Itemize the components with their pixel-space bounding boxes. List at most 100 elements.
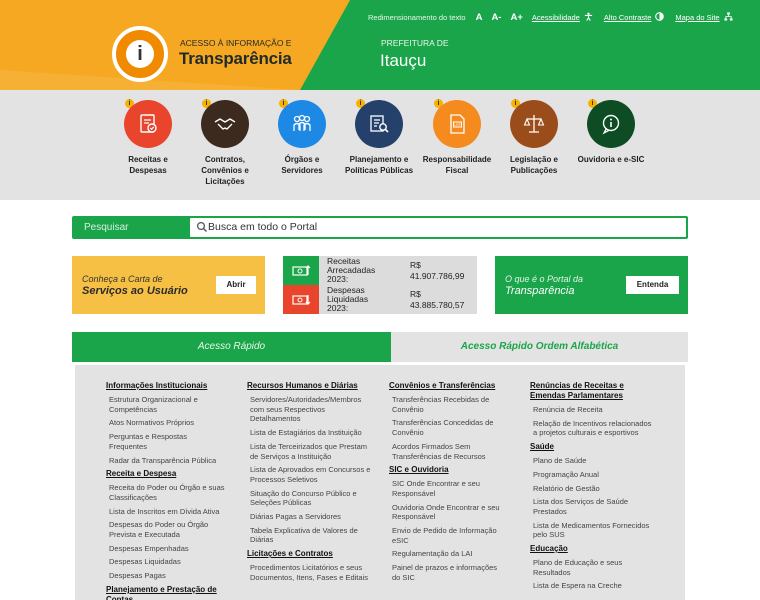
- list-item[interactable]: Lista dos Serviços de Saúde Prestados: [530, 497, 652, 516]
- search-label: Pesquisar: [84, 222, 129, 233]
- svg-text:LRF: LRF: [454, 123, 462, 127]
- list-item[interactable]: Programação Anual: [530, 470, 652, 480]
- document-search-icon: [355, 100, 403, 148]
- tab-acesso-rapido[interactable]: Acesso Rápido: [72, 332, 391, 362]
- money-down-icon: [283, 285, 319, 314]
- section-title[interactable]: Educação: [530, 544, 652, 554]
- entenda-button[interactable]: Entenda: [626, 276, 679, 294]
- category-label: Receitas e Despesas: [128, 155, 168, 175]
- brand-subtitle: ACESSO À INFORMAÇÃO E: [180, 38, 292, 48]
- links-column-4: Renúncias de Receitas e Emendas Parlamen…: [530, 378, 652, 595]
- list-item[interactable]: Transferências Concedidas de Convênio: [389, 418, 507, 437]
- section-title[interactable]: Receita e Despesa: [106, 469, 226, 479]
- list-item[interactable]: Envio de Pedido de Informação eSIC: [389, 526, 507, 545]
- list-item[interactable]: Transferências Recebidas de Convênio: [389, 395, 507, 414]
- font-decrease-button[interactable]: A-: [491, 12, 501, 23]
- law-document-icon: LRF: [433, 100, 481, 148]
- list-item[interactable]: Despesas Liquidadas: [106, 557, 226, 567]
- money-up-icon: [283, 256, 319, 285]
- section-title[interactable]: Informações Institucionais: [106, 381, 226, 391]
- list-item[interactable]: Tabela Explicativa de Valores de Diárias: [247, 526, 372, 545]
- list-item[interactable]: Perguntas e Respostas Frequentes: [106, 432, 226, 451]
- list-item[interactable]: Acordos Firmados Sem Transferências de R…: [389, 442, 507, 461]
- list-item[interactable]: Relatório de Gestão: [530, 484, 652, 494]
- carta-title: Serviços ao Usuário: [82, 285, 188, 297]
- list-item[interactable]: Estrutura Organizacional e Competências: [106, 395, 226, 414]
- list-item[interactable]: Painel de prazos e informações do SIC: [389, 563, 507, 582]
- handshake-icon: [201, 100, 249, 148]
- logo-info-icon: i: [126, 40, 154, 68]
- list-item[interactable]: Lista de Terceirizados que Prestam de Se…: [247, 442, 372, 461]
- stat-despesas[interactable]: Despesas Liquidadas 2023: R$ 43.885.780,…: [283, 285, 477, 314]
- sitemap-icon: [724, 11, 733, 23]
- stat-despesas-value: R$ 43.885.780,57: [410, 289, 465, 310]
- list-item[interactable]: Ouvidoria Onde Encontrar e seu Responsáv…: [389, 503, 507, 522]
- city-name[interactable]: Itauçu: [380, 51, 426, 71]
- list-item[interactable]: SIC Onde Encontrar e seu Responsável: [389, 479, 507, 498]
- stat-receitas-label: Receitas Arrecadadas 2023:: [327, 256, 376, 284]
- links-column-1: Informações Institucionais Estrutura Org…: [106, 378, 226, 600]
- stat-despesas-label: Despesas Liquidadas 2023:: [327, 285, 369, 313]
- resize-text-label: Redimensionamento do texto: [368, 12, 466, 22]
- list-item[interactable]: Atos Normativos Próprios: [106, 418, 226, 428]
- portal-subtitle: O que é o Portal da: [505, 274, 584, 284]
- portal-title: Transparência: [505, 285, 575, 297]
- list-item[interactable]: Lista de Medicamentos Fornecidos pelo SU…: [530, 521, 652, 540]
- sitemap-link[interactable]: Mapa do Site: [675, 13, 719, 22]
- list-item[interactable]: Plano de Educação e seus Resultados: [530, 558, 652, 577]
- list-item[interactable]: Despesas Pagas: [106, 571, 226, 581]
- list-item[interactable]: Servidores/Autoridades/Membros com seus …: [247, 395, 372, 424]
- category-label: Ouvidoria e e-SIC: [577, 155, 645, 164]
- search-placeholder: Busca em todo o Portal: [208, 221, 318, 233]
- category-label: Legislação e Publicações: [509, 155, 559, 175]
- open-carta-button[interactable]: Abrir: [216, 276, 256, 294]
- people-icon: [278, 100, 326, 148]
- search-icon: [196, 221, 207, 232]
- carta-subtitle: Conheça a Carta de: [82, 274, 163, 284]
- list-item[interactable]: Receita do Poder ou Órgão e suas Classif…: [106, 483, 226, 502]
- list-item[interactable]: Radar da Transparência Pública: [106, 456, 226, 466]
- list-item[interactable]: Renúncia de Receita: [530, 405, 652, 415]
- list-item[interactable]: Despesas do Poder ou Órgão Prevista e Ex…: [106, 520, 226, 539]
- high-contrast-link[interactable]: Alto Contraste: [604, 13, 652, 22]
- prefeitura-label: PREFEITURA DE: [381, 38, 449, 48]
- links-column-3: Convênios e Transferências Transferência…: [389, 378, 507, 587]
- section-title[interactable]: SIC e Ouvidoria: [389, 465, 507, 475]
- section-title[interactable]: Convênios e Transferências: [389, 381, 507, 391]
- section-title[interactable]: Saúde: [530, 442, 652, 452]
- section-title[interactable]: Licitações e Contratos: [247, 549, 372, 559]
- accessibility-bar: Redimensionamento do texto A A- A+ Acess…: [368, 11, 744, 23]
- stat-receitas-value: R$ 41.907.786,99: [410, 260, 465, 281]
- list-item[interactable]: Diárias Pagas a Servidores: [247, 512, 372, 522]
- category-icon-bar: i Receitas e Despesas i Contratos, Convê…: [0, 90, 760, 200]
- links-column-2: Recursos Humanos e Diárias Servidores/Au…: [247, 378, 372, 587]
- info-speech-icon: [587, 100, 635, 148]
- stat-receitas[interactable]: Receitas Arrecadadas 2023: R$ 41.907.786…: [283, 256, 477, 285]
- category-label: Responsabilidade Fiscal: [422, 155, 492, 175]
- receipt-icon: [124, 100, 172, 148]
- section-title[interactable]: Renúncias de Receitas e Emendas Parlamen…: [530, 381, 652, 401]
- font-normal-button[interactable]: A: [476, 12, 483, 23]
- list-item[interactable]: Lista de Aprovados em Concursos e Proces…: [247, 465, 372, 484]
- tab-ordem-alfabetica[interactable]: Acesso Rápido Ordem Alfabética: [391, 332, 688, 362]
- transparency-logo[interactable]: i: [112, 26, 168, 82]
- list-item[interactable]: Plano de Saúde: [530, 456, 652, 466]
- list-item[interactable]: Despesas Empenhadas: [106, 544, 226, 554]
- list-item[interactable]: Lista de Estagiários da Instituição: [247, 428, 372, 438]
- list-item[interactable]: Lista de Inscritos em Dívida Ativa: [106, 507, 226, 517]
- scales-icon: [510, 100, 558, 148]
- search-bar: Pesquisar Busca em todo o Portal: [72, 216, 688, 239]
- category-label: Planejamento e Políticas Públicas: [344, 155, 414, 175]
- list-item[interactable]: Procedimentos Licitatórios e seus Docume…: [247, 563, 372, 582]
- accessibility-link[interactable]: Acessibilidade: [532, 13, 580, 22]
- list-item[interactable]: Situação do Concurso Público e Seleções …: [247, 489, 372, 508]
- category-label: Órgãos e Servidores: [281, 155, 323, 175]
- category-label: Contratos, Convênios e Licitações: [201, 155, 249, 186]
- list-item[interactable]: Regulamentação da LAI: [389, 549, 507, 559]
- list-item[interactable]: Relação de Incentivos relacionados a pro…: [530, 419, 652, 438]
- font-increase-button[interactable]: A+: [510, 12, 522, 23]
- section-title[interactable]: Recursos Humanos e Diárias: [247, 381, 372, 391]
- brand-title[interactable]: Transparência: [179, 49, 292, 69]
- list-item[interactable]: Lista de Espera na Creche: [530, 581, 652, 591]
- section-title[interactable]: Planejamento e Prestação de Contas: [106, 585, 226, 600]
